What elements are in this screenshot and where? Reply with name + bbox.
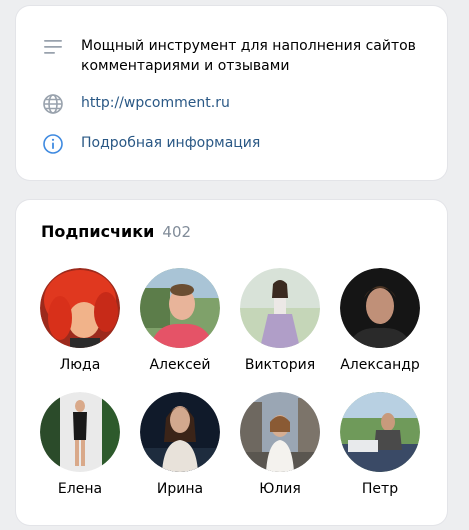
avatar (40, 392, 120, 472)
follower-name: Александр (340, 357, 420, 373)
followers-count: 402 (162, 223, 192, 241)
follower-name: Ирина (156, 481, 204, 497)
avatar (140, 392, 220, 472)
follower-name: Алексей (149, 357, 211, 373)
avatar (340, 268, 420, 348)
follower-item[interactable]: Ирина (140, 392, 220, 497)
follower-item[interactable]: Виктория (240, 268, 320, 373)
more-info-row: Подробная информация (42, 133, 427, 155)
follower-item[interactable]: Петр (340, 392, 420, 497)
followers-header[interactable]: Подписчики 402 (41, 222, 191, 241)
avatar (340, 392, 420, 472)
description-row: Мощный инструмент для наполнения сайтов … (42, 36, 427, 76)
more-info-link[interactable]: Подробная информация (81, 133, 260, 153)
text-lines-icon (44, 40, 62, 54)
follower-name: Виктория (244, 357, 316, 373)
followers-title: Подписчики (41, 222, 155, 241)
website-link[interactable]: http://wpcomment.ru (81, 93, 230, 113)
avatar (40, 268, 120, 348)
follower-name: Петр (361, 481, 399, 497)
globe-icon (43, 94, 63, 114)
avatar (240, 392, 320, 472)
info-icon (43, 134, 63, 154)
follower-item[interactable]: Александр (340, 268, 420, 373)
follower-name: Елена (57, 481, 103, 497)
community-description: Мощный инструмент для наполнения сайтов … (81, 38, 416, 74)
followers-card: Подписчики 402 Люда Алексей Виктория Але… (16, 200, 447, 525)
follower-item[interactable]: Елена (40, 392, 120, 497)
follower-item[interactable]: Люда (40, 268, 120, 373)
follower-name: Люда (59, 357, 101, 373)
website-row: http://wpcomment.ru (42, 93, 427, 115)
info-card: Мощный инструмент для наполнения сайтов … (16, 6, 447, 180)
follower-item[interactable]: Алексей (140, 268, 220, 373)
avatar (240, 268, 320, 348)
follower-name: Юлия (259, 481, 301, 497)
follower-item[interactable]: Юлия (240, 392, 320, 497)
avatar (140, 268, 220, 348)
